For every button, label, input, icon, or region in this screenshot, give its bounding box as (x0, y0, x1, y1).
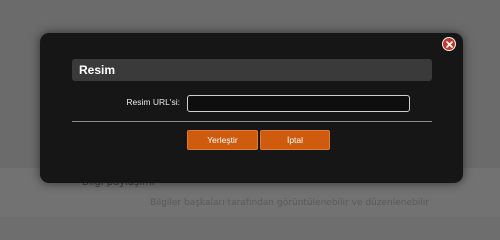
close-icon (445, 40, 453, 48)
divider (72, 121, 432, 122)
insert-button[interactable]: Yerleştir (187, 130, 258, 150)
cancel-button[interactable]: İptal (260, 130, 330, 150)
close-button[interactable] (442, 37, 456, 51)
url-label: Resim URL'si: (126, 97, 180, 107)
background-text: Bilgiler başkaları tarafından görüntülen… (150, 198, 429, 208)
dialog-title: Resim (72, 59, 432, 81)
url-input[interactable] (187, 95, 410, 112)
